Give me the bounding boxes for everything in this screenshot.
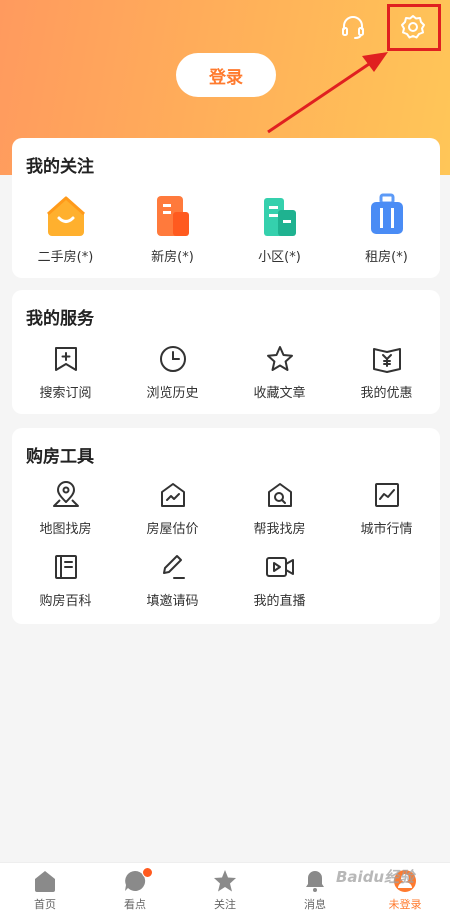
tool-item-label: 购房百科 [39, 594, 92, 609]
home-icon [35, 871, 55, 892]
pen-icon [158, 552, 188, 582]
tool-item-valuation[interactable]: 房屋估价 [119, 480, 226, 537]
tool-item-map[interactable]: 地图找房 [12, 480, 119, 537]
card-title: 我的服务 [26, 309, 94, 329]
follow-item-label: 二手房(*) [37, 250, 94, 265]
video-icon [265, 552, 295, 582]
star-icon [214, 870, 236, 892]
house-chart-icon [158, 480, 188, 510]
tool-item-wiki[interactable]: 购房百科 [12, 552, 119, 609]
tab-highlights[interactable]: 看点 [90, 867, 180, 912]
follow-item-rent[interactable]: 租房(*) [333, 190, 440, 265]
suitcase-icon [365, 190, 409, 238]
notification-dot [142, 867, 153, 878]
tab-home[interactable]: 首页 [0, 869, 90, 912]
follow-item-secondhand[interactable]: 二手房(*) [12, 190, 119, 265]
clock-icon [158, 344, 188, 374]
service-item-label: 收藏文章 [253, 386, 306, 401]
follow-item-label: 小区(*) [258, 250, 301, 265]
service-item-subscribe[interactable]: 搜索订阅 [12, 344, 119, 401]
tab-label: 看点 [124, 898, 146, 911]
tool-item-invite[interactable]: 填邀请码 [119, 552, 226, 609]
coupon-icon [372, 344, 402, 374]
service-item-history[interactable]: 浏览历史 [119, 344, 226, 401]
new-building-icon [151, 190, 195, 238]
watermark: Baidu经验 [336, 868, 415, 886]
bell-icon [306, 871, 324, 892]
trend-chart-icon [372, 480, 402, 510]
tab-label: 关注 [214, 898, 236, 911]
tool-item-label: 房屋估价 [146, 522, 199, 537]
card-title: 购房工具 [26, 447, 94, 467]
tab-follow[interactable]: 关注 [180, 869, 270, 912]
tool-item-label: 帮我找房 [253, 522, 306, 537]
follow-item-community[interactable]: 小区(*) [226, 190, 333, 265]
service-item-label: 我的优惠 [360, 386, 413, 401]
tool-item-label: 填邀请码 [146, 594, 199, 609]
tool-item-label: 城市行情 [360, 522, 413, 537]
book-icon [51, 552, 81, 582]
house-search-icon [265, 480, 295, 510]
service-item-coupons[interactable]: 我的优惠 [333, 344, 440, 401]
follow-item-label: 新房(*) [151, 250, 194, 265]
service-item-favorites[interactable]: 收藏文章 [226, 344, 333, 401]
login-button[interactable]: 登录 [176, 53, 276, 97]
service-item-label: 浏览历史 [146, 386, 199, 401]
tab-label: 首页 [34, 898, 56, 911]
follow-card: 我的关注 二手房(*) 新房(*) 小区(*) 租房(*) [12, 138, 440, 278]
house-icon [44, 190, 88, 238]
community-icon [258, 190, 302, 238]
tool-item-market[interactable]: 城市行情 [333, 480, 440, 537]
tool-item-label: 我的直播 [253, 594, 306, 609]
tab-label: 消息 [304, 898, 326, 911]
tool-item-live[interactable]: 我的直播 [226, 552, 333, 609]
tool-item-label: 地图找房 [39, 522, 92, 537]
tool-item-find[interactable]: 帮我找房 [226, 480, 333, 537]
card-title: 我的关注 [26, 157, 94, 177]
tools-card: 购房工具 地图找房 房屋估价 帮我找房 城市行情 购房百科 填邀请码 我的直播 [12, 428, 440, 624]
services-card: 我的服务 搜索订阅 浏览历史 收藏文章 我的优惠 [12, 290, 440, 414]
star-icon [265, 344, 295, 374]
tab-label: 未登录 [388, 898, 422, 911]
follow-item-new[interactable]: 新房(*) [119, 190, 226, 265]
follow-item-label: 租房(*) [365, 250, 408, 265]
map-pin-icon [51, 480, 81, 510]
service-item-label: 搜索订阅 [39, 386, 92, 401]
bookmark-plus-icon [51, 344, 81, 374]
